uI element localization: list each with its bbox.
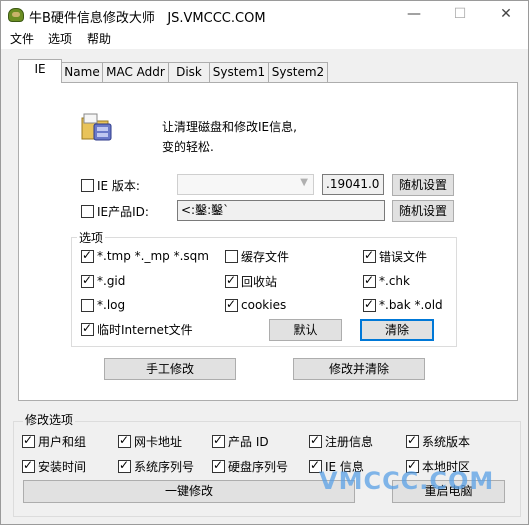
minimize-button[interactable]: — [391, 1, 437, 29]
option-recycle-box[interactable] [225, 273, 238, 288]
option-gid-label: *.gid [97, 274, 126, 288]
modify-system-serial-box[interactable] [118, 458, 131, 473]
modify-registration[interactable]: 注册信息 [309, 433, 373, 449]
menu-help[interactable]: 帮助 [87, 30, 111, 47]
modify-product-id-label: 产品 ID [228, 434, 269, 449]
title-bar: 牛B硬件信息修改大师 JS.VMCCC.COM — ☐ ✕ [1, 1, 528, 29]
app-icon [8, 8, 24, 22]
ie-version-field[interactable]: .19041.0 [322, 174, 384, 195]
option-chk-label: *.chk [379, 274, 410, 288]
description-line1: 让清理磁盘和修改IE信息, [162, 120, 297, 134]
modify-product-id-box[interactable] [212, 433, 225, 448]
modify-disk-serial[interactable]: 硬盘序列号 [212, 458, 288, 474]
option-gid[interactable]: *.gid [81, 273, 125, 289]
tab-system2[interactable]: System2 [268, 62, 328, 82]
options-group-title: 选项 [77, 229, 106, 246]
modify-users-groups-box[interactable] [22, 433, 35, 448]
modify-install-time-label: 安装时间 [38, 459, 87, 474]
option-bak-box[interactable] [363, 297, 376, 312]
modify-disk-serial-label: 硬盘序列号 [228, 459, 289, 474]
modify-install-time[interactable]: 安装时间 [22, 458, 86, 474]
modify-system-serial-label: 系统序列号 [134, 459, 195, 474]
tab-system1[interactable]: System1 [209, 62, 269, 82]
modify-nic-address-box[interactable] [118, 433, 131, 448]
chevron-down-icon[interactable]: ▼ [300, 177, 308, 188]
ie-product-field[interactable]: <:鑿:鑿` [177, 200, 385, 221]
main-window: 牛B硬件信息修改大师 JS.VMCCC.COM — ☐ ✕ 文件 选项 帮助 I… [0, 0, 529, 525]
ie-version-check-box[interactable] [81, 178, 94, 192]
random-version-button[interactable]: 随机设置 [392, 174, 454, 196]
modify-nic-address-label: 网卡地址 [134, 434, 183, 449]
modify-disk-serial-box[interactable] [212, 458, 225, 473]
modify-registration-label: 注册信息 [325, 434, 374, 449]
option-log-label: *.log [97, 298, 126, 312]
ie-version-checkbox[interactable]: IE 版本: [81, 177, 140, 193]
option-cookies[interactable]: cookies [225, 297, 286, 313]
option-recycle-label: 回收站 [241, 274, 278, 289]
modify-system-version-label: 系统版本 [422, 434, 471, 449]
ie-product-check-box[interactable] [81, 204, 94, 218]
option-tmp[interactable]: *.tmp *._mp *.sqm [81, 248, 209, 264]
clear-button[interactable]: 清除 [360, 319, 434, 341]
menu-bar: 文件 选项 帮助 [1, 29, 528, 49]
menu-options[interactable]: 选项 [48, 30, 72, 47]
modify-options-title: 修改选项 [23, 411, 76, 428]
modify-system-version-box[interactable] [406, 433, 419, 448]
option-log-box[interactable] [81, 298, 94, 312]
window-title: 牛B硬件信息修改大师 JS.VMCCC.COM [29, 11, 266, 26]
tab-ie[interactable]: IE [18, 59, 62, 83]
option-temp-internet-box[interactable] [81, 321, 94, 336]
modify-users-groups[interactable]: 用户和组 [22, 433, 86, 449]
option-bak[interactable]: *.bak *.old [363, 297, 443, 313]
modify-users-groups-label: 用户和组 [38, 434, 87, 449]
option-cookies-box[interactable] [225, 297, 238, 312]
ie-product-label: IE产品ID: [97, 204, 149, 219]
watermark-text: VMCCC.COM [319, 467, 495, 495]
modify-registration-box[interactable] [309, 433, 322, 448]
one-click-modify-button[interactable]: 一键修改 [23, 480, 355, 503]
menu-file[interactable]: 文件 [10, 30, 34, 47]
option-chk-box[interactable] [363, 273, 376, 288]
modify-product-id[interactable]: 产品 ID [212, 433, 269, 449]
option-cache-label: 缓存文件 [241, 249, 290, 264]
option-cache-box[interactable] [225, 249, 238, 263]
modify-install-time-box[interactable] [22, 458, 35, 473]
manual-modify-button[interactable]: 手工修改 [104, 358, 236, 380]
option-gid-box[interactable] [81, 273, 94, 288]
option-chk[interactable]: *.chk [363, 273, 410, 289]
option-errors-label: 错误文件 [379, 249, 428, 264]
maximize-button[interactable]: ☐ [437, 1, 483, 29]
option-tmp-box[interactable] [81, 248, 94, 263]
modify-nic-address[interactable]: 网卡地址 [118, 433, 182, 449]
ie-version-label: IE 版本: [97, 178, 140, 193]
tab-disk[interactable]: Disk [168, 62, 210, 82]
modify-and-clear-button[interactable]: 修改并清除 [293, 358, 425, 380]
option-cookies-label: cookies [241, 298, 287, 312]
close-button[interactable]: ✕ [483, 1, 529, 29]
option-tmp-label: *.tmp *._mp *.sqm [97, 249, 209, 263]
option-log[interactable]: *.log [81, 297, 125, 313]
tab-mac-addr[interactable]: MAC Addr [102, 62, 169, 82]
option-temp-internet[interactable]: 临时Internet文件 [81, 321, 193, 337]
modify-system-serial[interactable]: 系统序列号 [118, 458, 194, 474]
description-line2: 变的轻松. [162, 140, 214, 154]
option-bak-label: *.bak *.old [379, 298, 443, 312]
modify-system-version[interactable]: 系统版本 [406, 433, 470, 449]
tab-name[interactable]: Name [61, 62, 103, 82]
option-cache[interactable]: 缓存文件 [225, 248, 289, 264]
option-errors[interactable]: 错误文件 [363, 248, 427, 264]
random-product-button[interactable]: 随机设置 [392, 200, 454, 222]
option-recycle[interactable]: 回收站 [225, 273, 277, 289]
option-temp-internet-label: 临时Internet文件 [97, 322, 193, 337]
ie-product-checkbox[interactable]: IE产品ID: [81, 203, 149, 219]
folder-settings-icon [81, 113, 112, 141]
option-errors-box[interactable] [363, 248, 376, 263]
ie-version-dropdown[interactable]: ▼ [177, 174, 314, 195]
default-button[interactable]: 默认 [269, 319, 342, 341]
